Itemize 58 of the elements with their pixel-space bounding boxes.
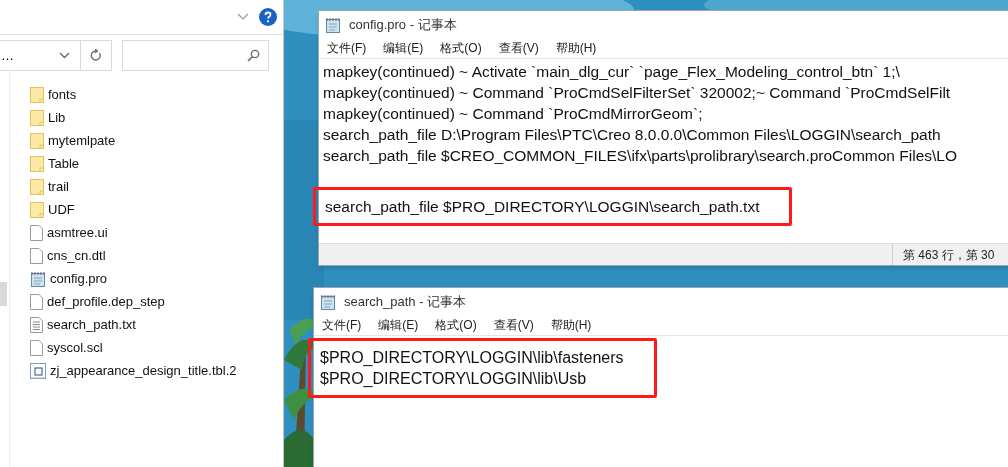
file-name[interactable]: zj_appearance_design_title.tbl.2 (50, 360, 237, 381)
text-line: search_path_file D:\Program Files\PTC\Creo 8.0.0.0\Common Files\LOGGIN\search_path (322, 125, 942, 145)
menu-item[interactable]: 文件(F) (322, 316, 362, 334)
menu-item[interactable]: 文件(F) (327, 39, 367, 57)
address-text: … (0, 47, 15, 65)
notepad-icon (320, 293, 336, 310)
text-file-icon (30, 316, 43, 333)
menu-item[interactable]: 编辑(E) (383, 39, 424, 57)
folder-icon (30, 109, 44, 126)
file-icon (30, 293, 43, 310)
file-name[interactable]: asmtree.ui (47, 222, 108, 243)
text-line: search_path_file $CREO_COMMON_FILES\ifx\parts\prolibrary\search.proCommon Files\LO (322, 146, 958, 166)
window-title: search_path - 记事本 (344, 292, 467, 311)
folder-icon (30, 155, 44, 172)
file-icon (30, 247, 43, 264)
menu-item[interactable]: 查看(V) (498, 39, 539, 57)
chevron-down-icon[interactable] (237, 13, 249, 21)
help-icon[interactable] (259, 8, 277, 26)
table-file-icon (30, 362, 46, 379)
notepad-icon (30, 270, 46, 287)
file-name[interactable]: fonts (48, 84, 77, 105)
text-line: search_path_file $PRO_DIRECTORY\LOGGIN\search_path.txt (324, 197, 760, 217)
search-icon (247, 49, 260, 62)
menu-item[interactable]: 帮助(H) (550, 316, 592, 334)
menu-item[interactable]: 查看(V) (493, 316, 534, 334)
nav-selection-highlight (0, 282, 7, 306)
address-bar[interactable]: … (0, 40, 112, 71)
text-line: mapkey(continued) ~ Command `ProCmdSelFilterSet` 320002;~ Command `ProCmdSelFilt (322, 83, 952, 103)
notepad-icon (325, 16, 341, 33)
file-name[interactable]: syscol.scl (47, 337, 103, 358)
file-name[interactable]: Lib (48, 107, 66, 128)
search-field[interactable] (122, 40, 269, 71)
status-text: 第 463 行，第 30 (892, 244, 1008, 265)
file-name[interactable]: cns_cn.dtl (47, 245, 106, 266)
text-line: mapkey(continued) ~ Activate `main_dlg_cur` `page_Flex_Modeling_control_btn` 1;\ (322, 62, 901, 82)
file-name[interactable]: config.pro (50, 268, 108, 289)
folder-icon (30, 86, 44, 103)
menu-item[interactable]: 格式(O) (440, 39, 482, 57)
file-icon (30, 224, 43, 241)
window-title: config.pro - 记事本 (349, 15, 457, 34)
text-line: $PRO_DIRECTORY\LOGGIN\lib\Usb (319, 369, 588, 389)
menu-item[interactable]: 格式(O) (435, 316, 477, 334)
menu-item[interactable]: 编辑(E) (378, 316, 419, 334)
folder-icon (30, 178, 44, 195)
file-name[interactable]: search_path.txt (47, 314, 136, 335)
folder-icon (30, 132, 44, 149)
folder-icon (30, 201, 44, 218)
text-line: mapkey(continued) ~ Command `ProCmdMirrorGeom`; (322, 104, 704, 124)
text-line: $PRO_DIRECTORY\LOGGIN\lib\fasteners (319, 348, 624, 368)
menu-item[interactable]: 帮助(H) (555, 39, 597, 57)
file-name[interactable]: mytemlpate (48, 130, 116, 151)
refresh-icon (90, 49, 102, 62)
file-name[interactable]: def_profile.dep_step (47, 291, 165, 312)
file-icon (30, 339, 43, 356)
file-name[interactable]: UDF (48, 199, 75, 220)
chevron-down-icon[interactable] (59, 52, 70, 59)
file-name[interactable]: Table (48, 153, 80, 174)
file-name[interactable]: trail (48, 176, 69, 197)
